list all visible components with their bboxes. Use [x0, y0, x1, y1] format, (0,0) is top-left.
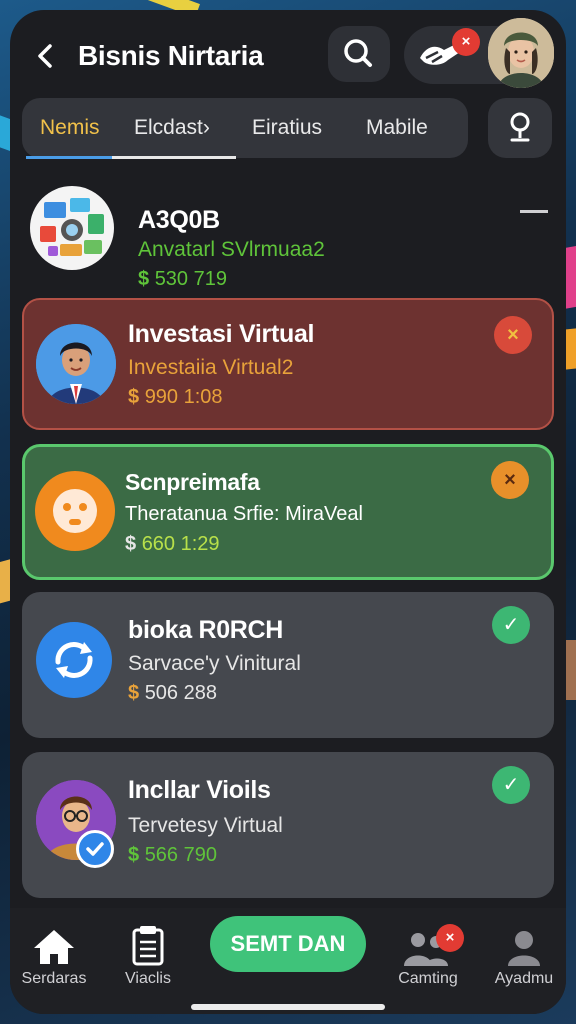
home-indicator: [191, 1004, 385, 1010]
tab-elcdast[interactable]: Elcdast›: [134, 116, 210, 140]
tab-mabile[interactable]: Mabile: [366, 116, 428, 140]
notification-badge: ×: [452, 28, 480, 56]
item-amount: $ 506 288: [128, 682, 217, 704]
search-button[interactable]: [328, 26, 390, 82]
item-subtitle: Theratanua Srfie: MiraVeal: [125, 503, 363, 525]
user-avatar[interactable]: [488, 18, 554, 88]
item-amount: $ 660 1:29: [125, 533, 220, 555]
tab-eiratius[interactable]: Eiratius: [252, 116, 322, 140]
item-amount: $ 566 790: [128, 844, 217, 866]
media-collage-icon: [30, 186, 114, 270]
item-subtitle: Investaiia Virtual2: [128, 356, 294, 379]
item-subtitle: Anvatarl SVlrmuaa2: [138, 238, 325, 261]
verified-icon: [76, 830, 114, 868]
dismiss-button[interactable]: ×: [491, 461, 529, 499]
phone-screen: Bisnis Nirtaria × Nemis Elcdast› Eiratiu…: [10, 10, 566, 1014]
businessman-avatar: [36, 324, 116, 404]
list-item[interactable]: A3Q0B Anvatarl SVlrmuaa2 $ 530 719: [22, 182, 554, 290]
primary-action-button[interactable]: SEMT DAN: [210, 916, 366, 972]
item-list: A3Q0B Anvatarl SVlrmuaa2 $ 530 719 Inves…: [10, 172, 566, 912]
nav-label: Ayadmu: [494, 970, 554, 987]
nav-item-profile[interactable]: Ayadmu: [474, 918, 566, 988]
item-title: bioka R0RCH: [128, 616, 284, 644]
item-subtitle: Tervetesy Virtual: [128, 814, 283, 837]
nav-label: Camting: [398, 970, 458, 987]
item-amount: $ 530 719: [138, 268, 227, 290]
dismiss-button[interactable]: ×: [494, 316, 532, 354]
page-title: Bisnis Nirtaria: [78, 40, 264, 71]
item-amount: $ 990 1:08: [128, 386, 223, 408]
bottom-nav: Serdaras Viaclis SEMT DAN × Camting Ayad…: [10, 908, 566, 1014]
list-item[interactable]: Scnpreimafa Theratanua Srfie: MiraVeal $…: [22, 444, 554, 580]
tab-indicator: [26, 156, 112, 159]
list-item[interactable]: bioka R0RCH Sarvace'y Vinitural $ 506 28…: [22, 592, 554, 738]
person-icon: [508, 931, 540, 966]
item-title: Incllar Vioils: [128, 776, 271, 804]
app-header: Bisnis Nirtaria ×: [10, 10, 566, 100]
list-item[interactable]: Investasi Virtual Investaiia Virtual2 $ …: [22, 298, 554, 430]
sync-arrows-icon: [36, 622, 112, 698]
tab-nemis[interactable]: Nemis: [40, 116, 100, 140]
home-icon: [34, 930, 74, 964]
orange-face-icon: [35, 471, 115, 551]
chevron-left-icon[interactable]: [32, 38, 60, 74]
nav-item-home[interactable]: Serdaras: [10, 918, 104, 988]
search-icon: [344, 39, 372, 67]
nav-label: Viaclis: [125, 970, 171, 987]
check-icon[interactable]: ✓: [492, 606, 530, 644]
list-item[interactable]: Incllar Vioils Tervetesy Virtual $ 566 7…: [22, 752, 554, 898]
item-title: A3Q0B: [138, 206, 220, 234]
item-title: Scnpreimafa: [125, 469, 260, 495]
tab-bar: Nemis Elcdast› Eiratius Mabile: [22, 98, 468, 158]
nav-item-group[interactable]: × Camting: [378, 918, 478, 988]
nav-label: Serdaras: [21, 970, 87, 987]
item-subtitle: Sarvace'y Vinitural: [128, 652, 301, 675]
location-button[interactable]: [488, 98, 552, 158]
collapse-indicator[interactable]: [520, 210, 548, 213]
location-pin-icon: [510, 112, 530, 142]
nav-item-clipboard[interactable]: Viaclis: [98, 918, 198, 988]
clipboard-icon: [132, 926, 164, 966]
check-icon[interactable]: ✓: [492, 766, 530, 804]
item-title: Investasi Virtual: [128, 320, 315, 348]
nav-notification-badge: ×: [436, 924, 464, 952]
